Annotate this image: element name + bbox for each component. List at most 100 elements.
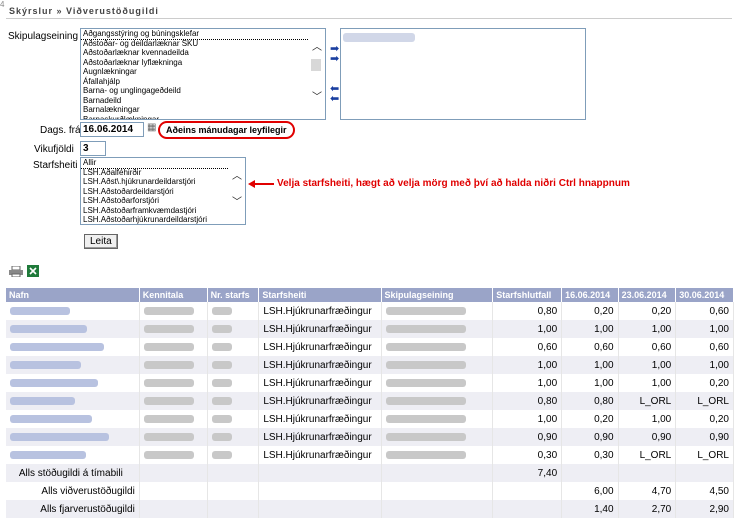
search-button[interactable]: Leita bbox=[84, 234, 118, 249]
job-options: Allir LSH.Aðalféhirðir LSH.Aðst\.hjúkrunar… bbox=[81, 158, 245, 224]
weeks-input[interactable]: 3 bbox=[80, 141, 106, 156]
job-number-cell bbox=[207, 410, 260, 428]
org-unit-option[interactable]: Barnaskurðlækningar bbox=[81, 115, 325, 120]
table-row[interactable]: LSH.Hjúkrunarfræðingur 1,00 1,00 1,00 1,00 bbox=[6, 356, 734, 374]
remove-all-arrow-icon[interactable]: ⬅ bbox=[330, 94, 339, 105]
excel-icon[interactable] bbox=[27, 265, 39, 277]
date-input[interactable]: 16.06.2014 bbox=[80, 122, 144, 137]
scroll-up-icon[interactable]: ︿ bbox=[232, 172, 242, 182]
name-cell bbox=[6, 374, 140, 392]
job-title-cell: LSH.Hjúkrunarfræðingur bbox=[258, 410, 382, 428]
job-option[interactable]: LSH.Aðstoðardeildarstjóri bbox=[81, 187, 245, 197]
redacted-value bbox=[385, 414, 466, 423]
empty-cell bbox=[207, 482, 260, 500]
table-row[interactable]: LSH.Hjúkrunarfræðingur 1,00 0,20 1,00 0,20 bbox=[6, 410, 734, 428]
table-row[interactable]: LSH.Hjúkrunarfræðingur 1,00 1,00 1,00 0,20 bbox=[6, 374, 734, 392]
date-label: Dags. frá bbox=[40, 125, 81, 136]
total-week2-cell: 2,70 bbox=[618, 500, 677, 518]
week1-cell: 0,30 bbox=[561, 446, 619, 464]
column-header[interactable]: Skipulagseining bbox=[381, 288, 494, 302]
calendar-icon[interactable]: ▦ bbox=[147, 122, 156, 133]
org-unit-scrollbar[interactable]: ︿ ﹀ bbox=[309, 29, 325, 119]
job-option[interactable]: LSH.Aðstoðarframkvæmdastjóri bbox=[81, 206, 245, 216]
org-unit-option[interactable]: Aðstoðarlæknar kvennadeilda bbox=[81, 48, 325, 58]
ratio-cell: 1,00 bbox=[492, 356, 563, 374]
redacted-value bbox=[211, 360, 232, 369]
column-header[interactable]: Starfsheiti bbox=[258, 288, 382, 302]
column-header[interactable]: Nafn bbox=[6, 288, 140, 302]
org-unit-cell bbox=[381, 446, 494, 464]
week1-cell: 1,00 bbox=[561, 374, 619, 392]
org-unit-cell bbox=[381, 392, 494, 410]
redacted-value bbox=[211, 342, 232, 351]
name-cell bbox=[6, 320, 140, 338]
week3-cell: 0,20 bbox=[675, 410, 734, 428]
job-title-cell: LSH.Hjúkrunarfræðingur bbox=[258, 374, 382, 392]
job-list[interactable]: Allir LSH.Aðalféhirðir LSH.Aðst\.hjúkrunar… bbox=[80, 157, 246, 225]
printer-icon[interactable] bbox=[9, 265, 23, 278]
org-unit-option[interactable]: Barnadeild bbox=[81, 96, 325, 106]
job-option[interactable]: Allir bbox=[81, 158, 245, 169]
redacted-value bbox=[10, 432, 109, 441]
empty-cell bbox=[381, 482, 494, 500]
redacted-value bbox=[10, 306, 70, 315]
job-number-cell bbox=[207, 428, 260, 446]
add-all-arrow-icon[interactable]: ➡ bbox=[330, 54, 339, 65]
job-option[interactable]: LSH.Aðalféhirðir bbox=[81, 168, 245, 178]
job-scrollbar[interactable]: ︿ ﹀ bbox=[229, 158, 245, 224]
column-header[interactable]: 30.06.2014 bbox=[675, 288, 734, 302]
column-header[interactable]: Kennitala bbox=[139, 288, 208, 302]
job-option[interactable]: LSH.Aðstoðarforstjóri bbox=[81, 196, 245, 206]
corner-mark: 4 bbox=[0, 0, 5, 9]
table-row[interactable]: LSH.Hjúkrunarfræðingur 0,30 0,30 L_ORL L_ORL bbox=[6, 446, 734, 464]
org-unit-option[interactable]: Augnlækningar bbox=[81, 67, 325, 77]
ssn-cell bbox=[139, 338, 208, 356]
table-row[interactable]: LSH.Hjúkrunarfræðingur 0,90 0,90 0,90 0,90 bbox=[6, 428, 734, 446]
scroll-up-icon[interactable]: ︿ bbox=[312, 43, 322, 53]
column-header[interactable]: 23.06.2014 bbox=[618, 288, 677, 302]
redacted-value bbox=[10, 450, 86, 459]
scroll-down-icon[interactable]: ﹀ bbox=[232, 198, 242, 208]
org-unit-option[interactable]: Aðstoðarlæknar lyflækninga bbox=[81, 58, 325, 68]
org-unit-selected-list[interactable] bbox=[340, 28, 586, 120]
empty-cell bbox=[258, 482, 382, 500]
redacted-value bbox=[143, 450, 194, 459]
column-header[interactable]: 16.06.2014 bbox=[561, 288, 619, 302]
column-header[interactable]: Starfshlutfall bbox=[492, 288, 563, 302]
job-help-note: Velja starfsheiti, hægt að velja mörg me… bbox=[277, 178, 630, 189]
scroll-down-icon[interactable]: ﹀ bbox=[312, 93, 322, 103]
org-unit-option[interactable]: Áfallahjálp bbox=[81, 77, 325, 87]
ssn-cell bbox=[139, 446, 208, 464]
week1-cell: 1,00 bbox=[561, 320, 619, 338]
job-option[interactable]: LSH.Aðstoðarhjúkrunardeildarstjóri bbox=[81, 215, 245, 224]
table-row[interactable]: LSH.Hjúkrunarfræðingur 0,60 0,60 0,60 0,60 bbox=[6, 338, 734, 356]
total-label: Alls fjarverustöðugildi bbox=[6, 500, 140, 518]
selected-org-unit[interactable] bbox=[343, 33, 415, 42]
job-option[interactable]: LSH.Aðst\.hjúkrunardeildarstjóri bbox=[81, 177, 245, 187]
redacted-value bbox=[211, 432, 232, 441]
table-row[interactable]: LSH.Hjúkrunarfræðingur 0,80 0,20 0,20 0,60 bbox=[6, 302, 734, 320]
org-unit-option[interactable]: Barnalækningar bbox=[81, 105, 325, 115]
job-number-cell bbox=[207, 338, 260, 356]
redacted-value bbox=[10, 342, 104, 351]
org-unit-option[interactable]: Aðgangsstýring og búningsklefar bbox=[81, 29, 325, 40]
week2-cell: 0,60 bbox=[618, 338, 677, 356]
org-unit-cell bbox=[381, 428, 494, 446]
scroll-thumb[interactable] bbox=[311, 59, 321, 71]
job-title-cell: LSH.Hjúkrunarfræðingur bbox=[258, 320, 382, 338]
table-row[interactable]: LSH.Hjúkrunarfræðingur 1,00 1,00 1,00 1,00 bbox=[6, 320, 734, 338]
org-unit-source-list[interactable]: Aðgangsstýring og búningsklefar Aðstoðar-… bbox=[80, 28, 326, 120]
redacted-value bbox=[385, 378, 466, 387]
ssn-cell bbox=[139, 356, 208, 374]
redacted-value bbox=[211, 324, 232, 333]
org-unit-option[interactable]: Aðstoðar- og deildarlæknar SKU bbox=[81, 39, 325, 49]
redacted-value bbox=[143, 414, 194, 423]
week1-cell: 1,00 bbox=[561, 356, 619, 374]
week2-cell: 1,00 bbox=[618, 374, 677, 392]
week1-cell: 0,80 bbox=[561, 392, 619, 410]
week3-cell: 0,60 bbox=[675, 302, 734, 320]
org-unit-label: Skipulagseining bbox=[8, 31, 79, 42]
org-unit-option[interactable]: Barna- og unglingageðdeild bbox=[81, 86, 325, 96]
column-header[interactable]: Nr. starfs bbox=[207, 288, 260, 302]
table-row[interactable]: LSH.Hjúkrunarfræðingur 0,80 0,80 L_ORL L_ORL bbox=[6, 392, 734, 410]
